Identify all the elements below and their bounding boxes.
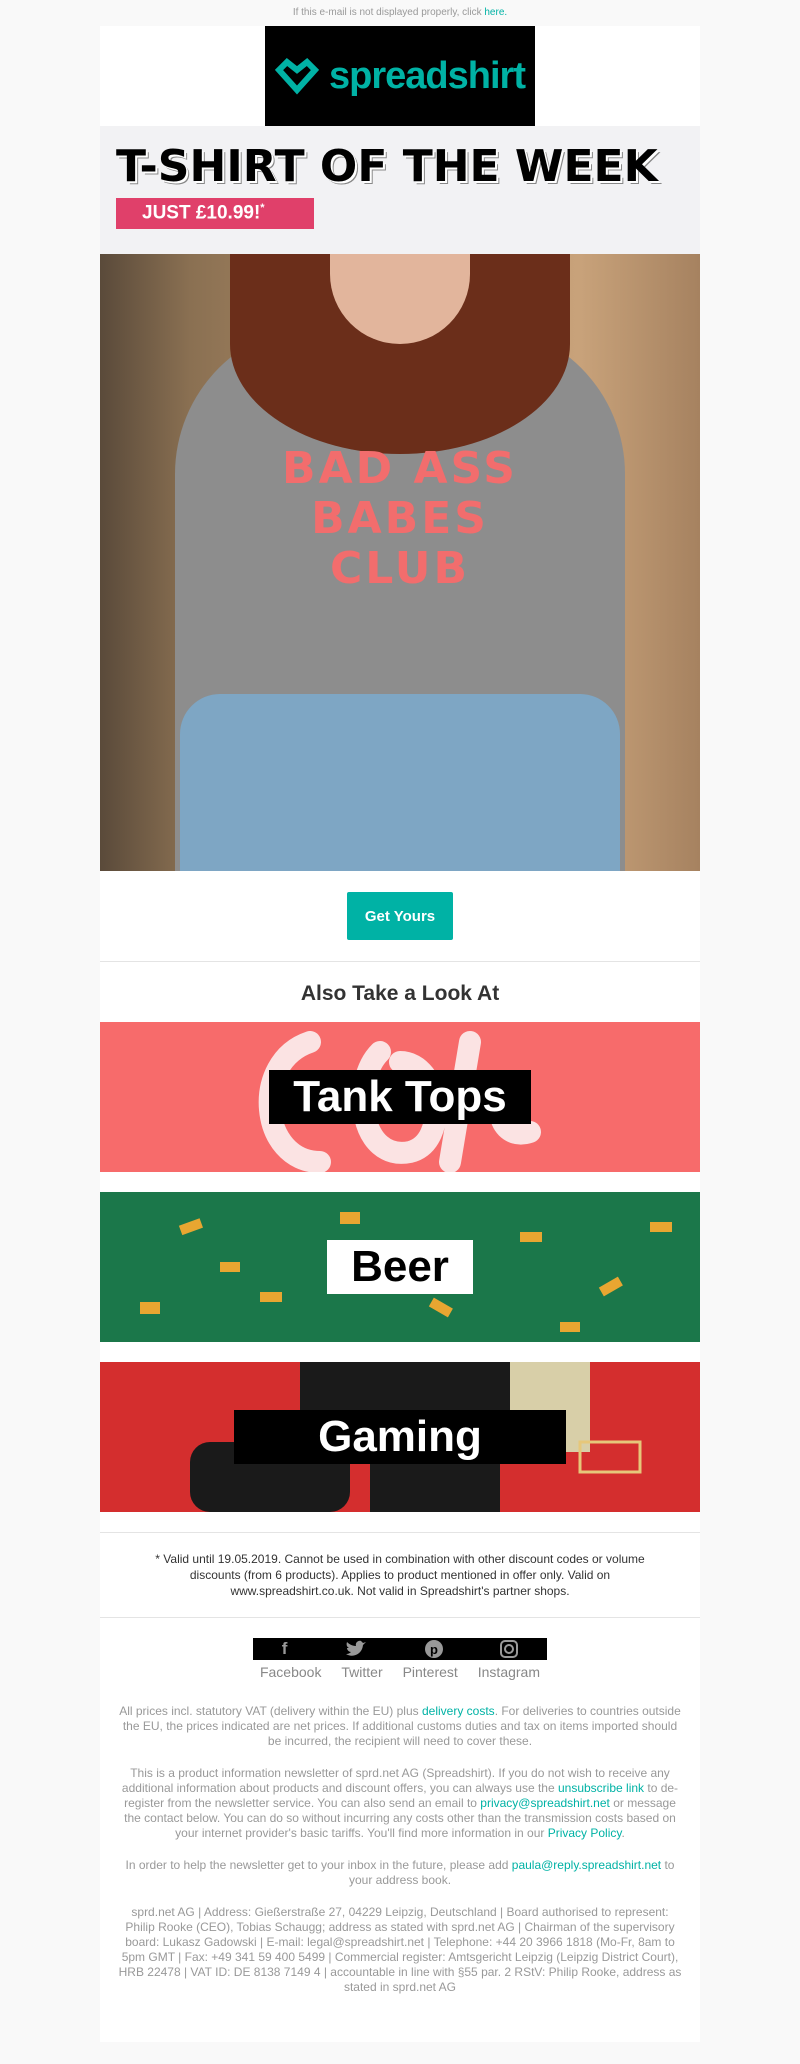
pinterest-icon[interactable]: p (424, 1640, 443, 1658)
reply-email-link[interactable]: paula@reply.spreadshirt.net (512, 1858, 661, 1872)
view-online-link[interactable]: here. (484, 7, 507, 18)
twitter-icon[interactable] (345, 1640, 367, 1658)
banner-label: Beer (327, 1240, 473, 1294)
banner-tank-tops[interactable]: Tank Tops (100, 1022, 700, 1172)
banner-beer[interactable]: Beer (100, 1192, 700, 1342)
social-icons-bar: f p (253, 1638, 547, 1660)
text: All prices incl. statutory VAT (delivery… (119, 1704, 422, 1718)
delivery-costs-link[interactable]: delivery costs (422, 1704, 495, 1718)
text: In order to help the newsletter get to y… (125, 1858, 512, 1872)
facebook-icon[interactable]: f (282, 1639, 288, 1659)
offer-disclaimer: * Valid until 19.05.2019. Cannot be used… (155, 1552, 645, 1598)
hero-title: T-SHIRT OF THE WEEK (116, 141, 658, 192)
heart-logo-icon (275, 57, 320, 95)
price-text: JUST £10.99! (142, 202, 261, 224)
company-imprint: sprd.net AG | Address: Gießerstraße 27, … (118, 1905, 682, 1994)
vat-note: All prices incl. statutory VAT (delivery… (118, 1704, 682, 1749)
instagram-icon[interactable] (500, 1640, 519, 1658)
privacy-email-link[interactable]: privacy@spreadshirt.net (480, 1796, 610, 1810)
hero-product-image[interactable]: BAD ASS BABES CLUB (100, 254, 700, 871)
newsletter-note: This is a product information newsletter… (118, 1766, 682, 1841)
print-line: BAD ASS (282, 443, 518, 494)
preheader-text: If this e-mail is not displayed properly… (292, 7, 485, 18)
print-line: BABES (311, 493, 489, 544)
banner-label: Gaming (234, 1410, 566, 1464)
facebook-link[interactable]: Facebook (260, 1664, 321, 1680)
banner-label: Tank Tops (269, 1070, 531, 1124)
svg-text:p: p (430, 1642, 438, 1657)
address-book-note: In order to help the newsletter get to y… (118, 1858, 682, 1888)
banner-gaming[interactable]: Gaming (100, 1362, 700, 1512)
shirt-print: BAD ASS BABES CLUB (100, 444, 700, 594)
divider (100, 1617, 700, 1618)
also-heading: Also Take a Look At (300, 982, 500, 1005)
hero-header: T-SHIRT OF THE WEEK JUST £10.99!* (100, 126, 700, 254)
pinterest-link[interactable]: Pinterest (403, 1664, 458, 1680)
print-line: CLUB (329, 543, 471, 594)
twitter-link[interactable]: Twitter (341, 1664, 382, 1680)
instagram-link[interactable]: Instagram (478, 1664, 540, 1680)
privacy-policy-link[interactable]: Privacy Policy (548, 1826, 622, 1840)
unsubscribe-link[interactable]: unsubscribe link (558, 1781, 644, 1795)
logo-text: spreadshirt (329, 54, 526, 97)
preheader: If this e-mail is not displayed properly… (0, 0, 800, 26)
footer: All prices incl. statutory VAT (delivery… (100, 1680, 700, 2042)
price-footnote-mark: * (260, 202, 265, 214)
spreadshirt-logo[interactable]: spreadshirt (265, 26, 535, 126)
price-badge: JUST £10.99!* (116, 198, 314, 229)
email-body: spreadshirt T-SHIRT OF THE WEEK JUST £10… (100, 26, 700, 2042)
text: . (621, 1826, 625, 1840)
get-yours-button[interactable]: Get Yours (347, 892, 453, 940)
